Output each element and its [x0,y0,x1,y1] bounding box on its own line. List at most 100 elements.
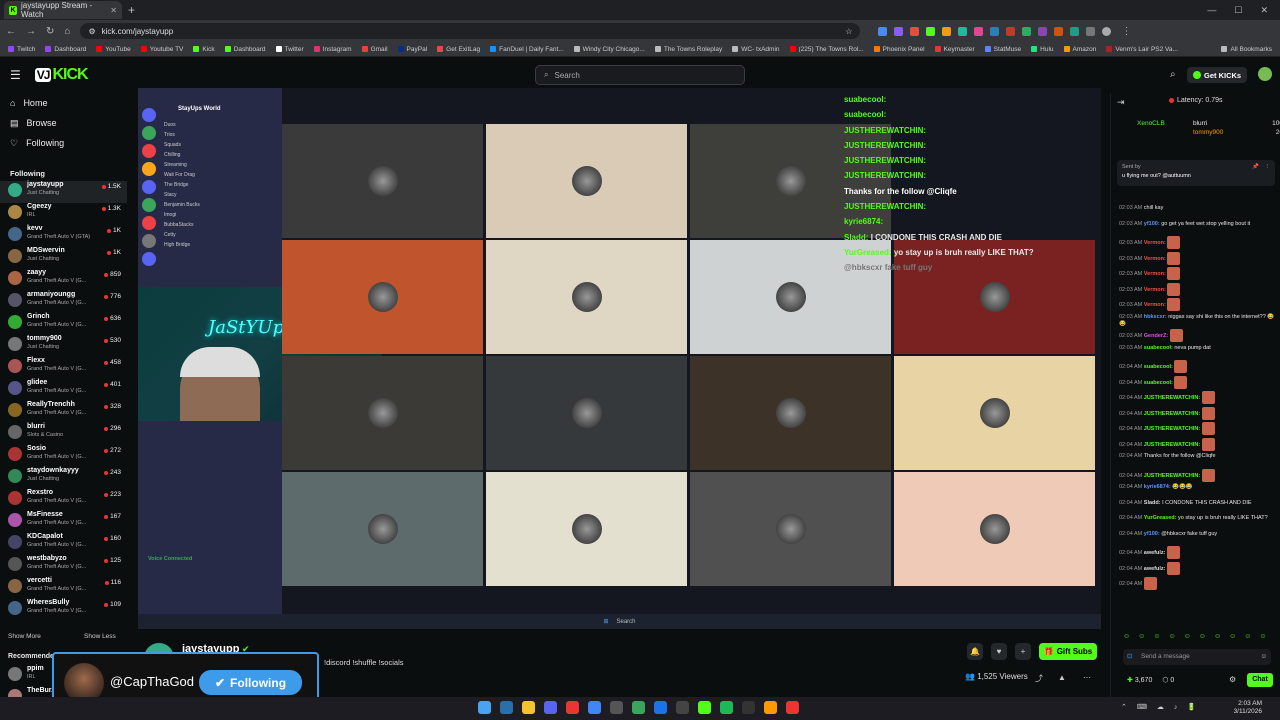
bookmark-item[interactable]: The Towns Roleplay [654,46,722,53]
nav-following[interactable]: ♡ Following [0,133,127,153]
chat-message[interactable]: 02:04 AM awefulz: [1119,561,1279,578]
obs-icon[interactable] [742,701,755,714]
video-player[interactable]: StayUps World Duos Trios Squads Chilling Str… [138,88,1101,629]
sidebar-channel[interactable]: jaystayupp Just Chatting 1.5K [0,181,127,203]
reload-icon[interactable]: ↻ [46,26,54,37]
bookmark-item[interactable]: StatMuse [984,46,1021,53]
sidebar-channel[interactable]: Cgeezy IRL 1.3K [0,203,127,225]
chat-message[interactable]: 02:04 AM JUSTHEREWATCHIN: [1119,406,1279,423]
bookmark-item[interactable]: Hulu [1031,46,1054,53]
show-more-button[interactable]: Show More [8,633,41,640]
chat-message[interactable]: 02:03 AM suabecool: neva pump dat [1119,345,1279,361]
bookmark-item[interactable]: Get ExitLag [437,46,480,53]
emote-icon[interactable]: ☺ [1259,633,1266,640]
chat-username[interactable]: yf100: [1144,221,1160,227]
chat-username[interactable]: hbkscxr: [1144,314,1167,320]
bookmark-item[interactable]: Venm's Lair PS2 Va... [1106,46,1178,53]
app-icon[interactable] [764,701,777,714]
sidebar-channel[interactable]: MDSwervin Just Chatting 1K [0,247,127,269]
sidebar-channel[interactable]: WheresBully Grand Theft Auto V (G... 109 [0,599,127,621]
chat-message[interactable]: 02:04 AM JUSTHEREWATCHIN: [1119,437,1279,454]
emote-icon[interactable]: ☺ [1184,633,1191,640]
browser-tab[interactable]: K jaystayupp Stream - Watch ✕ [4,1,122,19]
sidebar-channel[interactable]: Grinch Grand Theft Auto V (G... 636 [0,313,127,335]
sidebar-channel[interactable]: zaayy Grand Theft Auto V (G... 859 [0,269,127,291]
emote-icon[interactable]: ☺ [1138,633,1145,640]
bookmark-item[interactable]: (225) The Towns Rol... [789,46,864,53]
app-icon[interactable] [698,701,711,714]
bookmark-item[interactable]: FanDuel | Daily Fant... [490,46,564,53]
chat-message[interactable]: 02:04 AM Thanks for the follow @Cliqfe [1119,453,1279,469]
system-clock[interactable]: 2:03 AM 3/11/2026 [1234,700,1262,716]
windows-start-icon[interactable] [478,701,491,714]
share-icon[interactable]: ⤴ [1035,673,1043,684]
url-field[interactable]: ⚙ kick.com/jaystayupp ☆ [80,23,861,39]
notification-bell-icon[interactable]: 🔔 [967,643,983,660]
chat-username[interactable]: GenderZ: [1144,333,1168,339]
sidebar-channel[interactable]: Flexx Grand Theft Auto V (G... 458 [0,357,127,379]
extension-icon[interactable] [958,26,968,36]
chat-message[interactable]: 02:03 AM Vermon: [1119,282,1279,299]
chat-message[interactable]: 02:04 AM kyrie6874: 😂😂😂 [1119,484,1279,500]
chat-input[interactable]: ⊡ Send a message ☺ [1123,649,1271,665]
discord-icon[interactable] [544,701,557,714]
extension-icon[interactable] [974,26,984,36]
chat-message[interactable]: 02:03 AM Vermon: [1119,298,1279,314]
chat-message[interactable]: 02:04 AM JUSTHEREWATCHIN: [1119,391,1279,407]
close-window-icon[interactable]: ✕ [1260,5,1268,16]
chat-username[interactable]: yf100: [1144,531,1160,537]
chat-username[interactable]: YurGreased: [1144,515,1177,521]
bookmark-item[interactable]: Instagram [313,46,352,53]
show-less-button[interactable]: Show Less [84,633,116,640]
extension-icon[interactable] [1086,26,1096,36]
minimize-icon[interactable]: — [1207,5,1216,16]
chat-username[interactable]: Vermon: [1144,302,1166,308]
bookmark-item[interactable]: Phoenix Panel [873,46,925,53]
chat-username[interactable]: Vermon: [1144,240,1166,246]
bookmark-item[interactable]: Gmail [361,46,388,53]
bookmark-item[interactable]: Kick [193,46,215,53]
gift-subs-button[interactable]: 🎁 Gift Subs [1039,643,1097,660]
chat-message[interactable]: 02:03 AM GenderZ: [1119,329,1279,345]
chat-username[interactable]: JUSTHEREWATCHIN: [1144,426,1200,432]
app-icon[interactable] [786,701,799,714]
file-explorer-icon[interactable] [522,701,535,714]
bookmark-item[interactable]: PayPal [397,46,427,53]
extension-icon[interactable] [926,26,936,36]
bookmark-item[interactable]: Twitter [275,46,304,53]
chat-username[interactable]: awefulz: [1144,550,1166,556]
extension-icon[interactable] [878,26,888,36]
chrome-icon[interactable] [588,701,601,714]
bookmark-item[interactable]: Youtube TV [140,46,183,53]
extension-icon[interactable] [1070,26,1080,36]
site-info-icon[interactable]: ⚙ [88,27,95,36]
steam-icon[interactable] [500,701,513,714]
emote-icon[interactable]: ☺ [1168,633,1175,640]
search-icon[interactable]: ⌕ [1170,69,1176,80]
chat-username[interactable]: suabecool: [1144,380,1173,386]
chat-message[interactable]: 02:03 AM Vermon: [1119,236,1279,252]
chat-message[interactable]: 02:03 AM Vermon: [1119,251,1279,268]
chat-message[interactable]: 02:03 AM yf100: go get ya feet wet stop … [1119,221,1279,237]
chat-message[interactable]: 02:04 AM suabecool: [1119,375,1279,392]
emote-icon[interactable]: ☺ [1153,633,1160,640]
clip-icon[interactable]: ▲ [1058,673,1066,682]
chat-username[interactable]: suabecool: [1144,345,1173,351]
chat-message[interactable]: 02:04 AM [1119,577,1279,593]
app-icon[interactable] [610,701,623,714]
bookmark-item[interactable]: Windy City Chicago... [573,46,645,53]
sidebar-channel[interactable]: armaniyoungg Grand Theft Auto V (G... 776 [0,291,127,313]
chat-username[interactable]: suabecool: [1144,364,1173,370]
all-bookmarks[interactable]: All Bookmarks [1221,46,1272,53]
extension-icon[interactable] [1054,26,1064,36]
sidebar-channel[interactable]: vercetti Grand Theft Auto V (G... 116 [0,577,127,599]
extension-icon[interactable] [894,26,904,36]
get-kicks-button[interactable]: Get KICKs [1187,67,1248,83]
spotify-icon[interactable] [720,701,733,714]
chat-username[interactable]: Sladd: [1144,500,1161,506]
settings-gear-icon[interactable]: ⚙ [1229,675,1236,684]
app-icon[interactable] [566,701,579,714]
chat-message[interactable]: 02:03 AM Vermon: [1119,267,1279,283]
chat-message[interactable]: 02:04 AM suabecool: [1119,360,1279,376]
chat-message[interactable]: 02:03 AM hbkscxr: niggas say shi like th… [1119,314,1279,330]
